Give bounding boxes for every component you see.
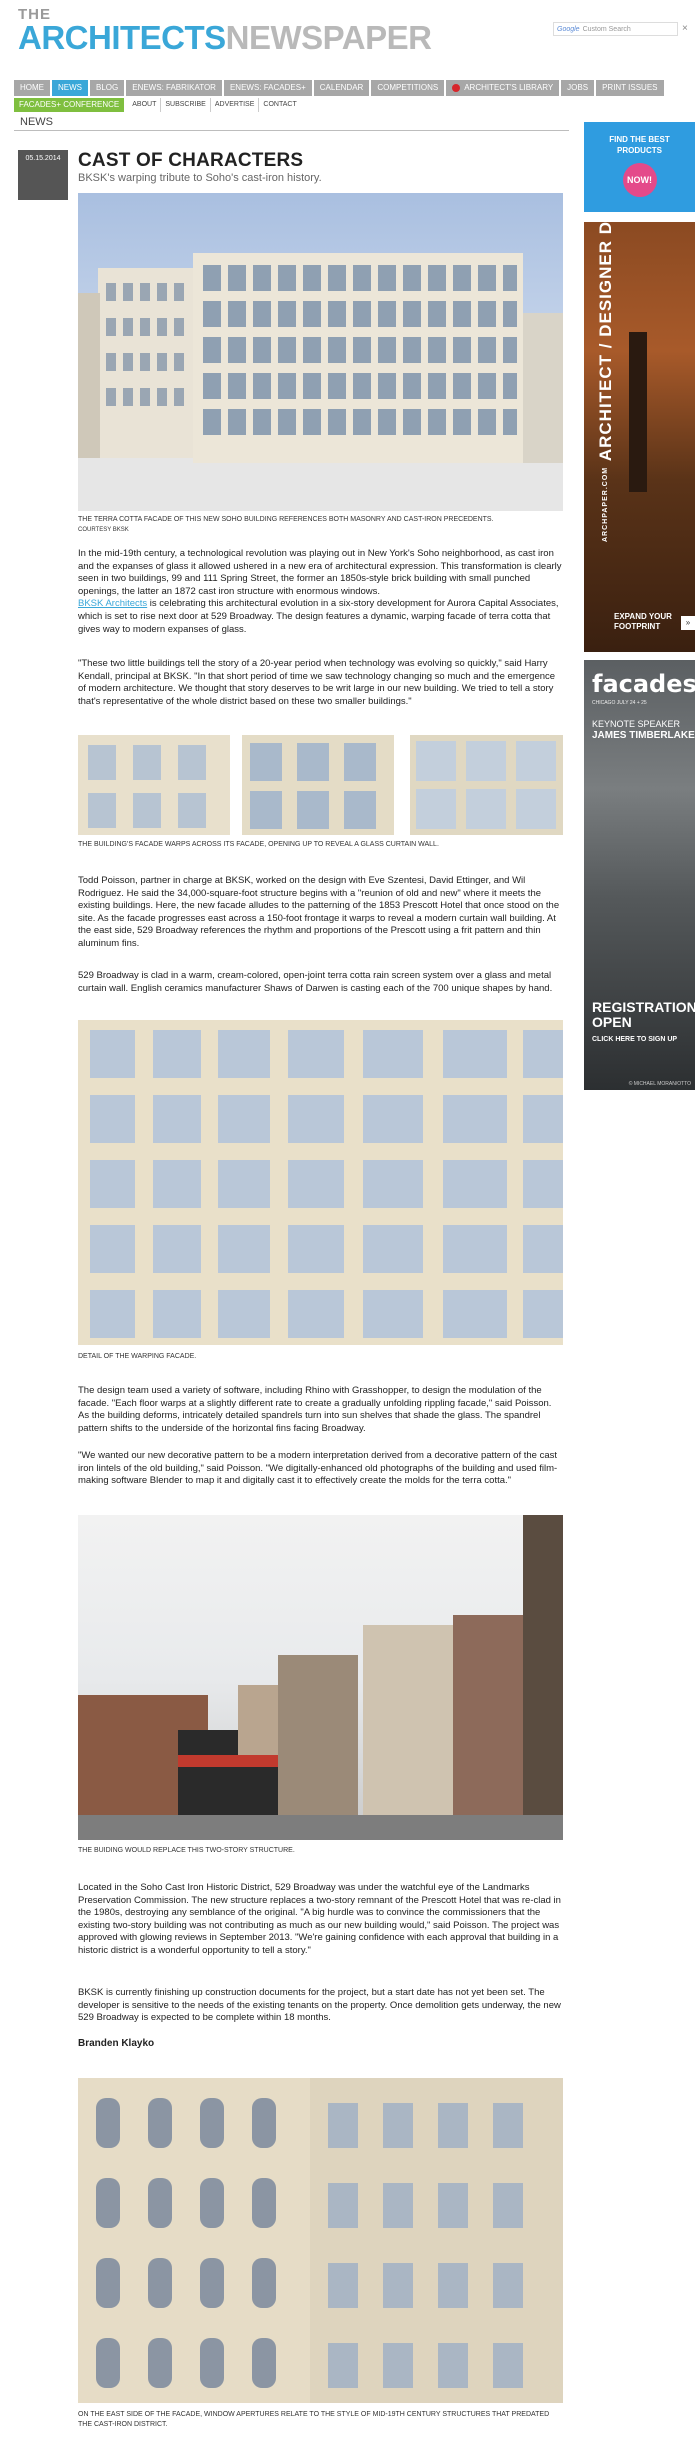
facade-strip-image-3 — [410, 735, 563, 835]
ad-facades-registration[interactable]: facades+ CHICAGO JULY 24 + 25 KEYNOTE SP… — [584, 660, 695, 1090]
article-title: CAST OF CHARACTERS — [78, 150, 304, 171]
facade-detail-image — [78, 1020, 563, 1345]
facade-strip-image-1 — [78, 735, 230, 835]
nav-about[interactable]: ABOUT — [128, 98, 162, 112]
bksk-architects-link[interactable]: BKSK Architects — [78, 598, 147, 609]
search-placeholder: Custom Search — [582, 25, 631, 33]
paragraph-1: In the mid-19th century, a technological… — [78, 548, 562, 635]
now-badge: NOW! — [622, 163, 657, 197]
nav-competitions[interactable]: COMPETITIONS — [371, 80, 445, 96]
directory-heading: ARCHPAPER.COM ARCHITECT / DESIGNER DIREC… — [596, 222, 615, 542]
nav-facades-conference[interactable]: FACADES+ CONFERENCE — [14, 98, 125, 112]
divider — [14, 130, 569, 131]
site-logo[interactable]: THE ARCHITECTSNEWSPAPER — [18, 7, 432, 56]
street-view-image — [78, 1515, 563, 1840]
nav-jobs[interactable]: JOBS — [561, 80, 595, 96]
paragraph-3: Todd Poisson, partner in charge at BKSK,… — [78, 875, 560, 949]
paragraph-7: Located in the Soho Cast Iron Historic D… — [78, 1882, 561, 1956]
nav-contact[interactable]: CONTACT — [259, 98, 300, 112]
nav-news[interactable]: NEWS — [52, 80, 88, 96]
author-name[interactable]: Branden Klayko — [78, 2038, 154, 2049]
caption-east: ON THE EAST SIDE OF THE FACADE, WINDOW A… — [78, 2411, 550, 2428]
google-logo: Google — [557, 25, 580, 33]
paragraph-5: The design team used a variety of softwa… — [78, 1385, 552, 1434]
library-dot-icon — [452, 84, 461, 92]
ad-architect-directory[interactable]: ARCHPAPER.COM ARCHITECT / DESIGNER DIREC… — [584, 222, 695, 652]
nav-enews-facades[interactable]: ENEWS: FACADES+ — [223, 80, 312, 96]
article-subtitle: BKSK's warping tribute to Soho's cast-ir… — [78, 172, 322, 184]
search-clear-icon[interactable]: × — [682, 23, 688, 34]
interior-photo — [629, 332, 647, 492]
nav-calendar[interactable]: CALENDAR — [313, 80, 370, 96]
search-input[interactable]: Google Custom Search — [553, 22, 678, 36]
paragraph-4: 529 Broadway is clad in a warm, cream-co… — [78, 970, 553, 994]
primary-nav: HOME NEWS BLOG ENEWS: FABRIKATOR ENEWS: … — [14, 80, 666, 96]
paragraph-6: "We wanted our new decorative pattern to… — [78, 1450, 558, 1487]
nav-enews-fabrikator[interactable]: ENEWS: FABRIKATOR — [126, 80, 222, 96]
arrow-right-icon[interactable]: » — [681, 616, 695, 630]
caption-hero: THE TERRA COTTA FACADE OF THIS NEW SOHO … — [78, 515, 563, 535]
caption-detail: DETAIL OF THE WARPING FACADE. — [78, 1353, 197, 1360]
facade-strip-image-2 — [242, 735, 394, 835]
nav-home[interactable]: HOME — [14, 80, 50, 96]
nav-blog[interactable]: BLOG — [90, 80, 125, 96]
ad-find-products[interactable]: FIND THE BEST PRODUCTS NOW! — [584, 122, 695, 212]
keynote-info: KEYNOTE SPEAKER JAMES TIMBERLAKE — [592, 719, 695, 741]
sign-up-link[interactable]: CLICK HERE TO SIGN UP — [592, 1036, 677, 1043]
logo-wordmark: ARCHITECTSNEWSPAPER — [18, 19, 432, 56]
east-facade-image — [78, 2078, 563, 2403]
secondary-nav: FACADES+ CONFERENCE ABOUT SUBSCRIBE ADVE… — [14, 98, 301, 112]
registration-open-text: REGISTRATION OPEN — [592, 999, 695, 1030]
nav-print-issues[interactable]: PRINT ISSUES — [596, 80, 664, 96]
nav-advertise[interactable]: ADVERTISE — [211, 98, 260, 112]
facades-logo: facades+ — [592, 670, 695, 698]
ad-photo-credit: © MICHAEL MORAN/OTTO — [628, 1081, 691, 1087]
date-badge: 05.15.2014 — [18, 150, 68, 200]
caption-street: THE BUIDING WOULD REPLACE THIS TWO-STORY… — [78, 1847, 295, 1854]
nav-architects-library[interactable]: ARCHITECT'S LIBRARY — [446, 80, 560, 96]
photo-credit: COURTESY BKSK — [78, 527, 129, 533]
section-label: NEWS — [20, 116, 53, 128]
facades-date: CHICAGO JULY 24 + 25 — [592, 700, 647, 706]
paragraph-8: BKSK is currently finishing up construct… — [78, 1987, 561, 2024]
caption-strip: THE BUILDING'S FACADE WARPS ACROSS ITS F… — [78, 841, 439, 848]
paragraph-2: "These two little buildings tell the sto… — [78, 658, 556, 707]
hero-rendering-image — [78, 193, 563, 511]
nav-subscribe[interactable]: SUBSCRIBE — [161, 98, 211, 112]
